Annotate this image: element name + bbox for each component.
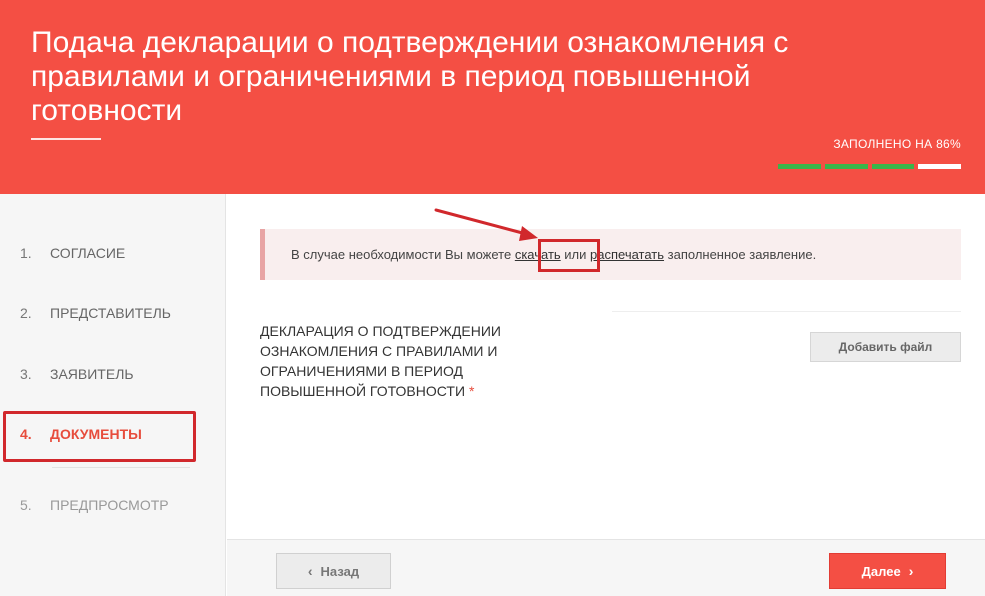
step-label: ПРЕДСТАВИТЕЛЬ: [50, 305, 171, 321]
step-label: СОГЛАСИЕ: [50, 245, 126, 261]
required-marker: *: [469, 383, 475, 399]
next-button[interactable]: Далее ›: [829, 553, 946, 589]
step-number: 1.: [20, 245, 32, 261]
section-divider: [612, 311, 961, 312]
progress-segment: [871, 164, 915, 169]
chevron-right-icon: ›: [908, 563, 914, 579]
info-alert: В случае необходимости Вы можете скачать…: [260, 229, 961, 280]
page-header: Подача декларации о подтверждении ознако…: [0, 0, 985, 194]
document-field-label: ДЕКЛАРАЦИЯ О ПОДТВЕРЖДЕНИИ ОЗНАКОМЛЕНИЯ …: [260, 321, 520, 401]
step-number: 2.: [20, 305, 32, 321]
sidebar-divider: [52, 467, 190, 468]
print-link[interactable]: распечатать: [590, 247, 664, 262]
chevron-left-icon: ‹: [307, 563, 313, 579]
back-button-label: Назад: [320, 563, 360, 579]
document-label-text: ДЕКЛАРАЦИЯ О ПОДТВЕРЖДЕНИИ ОЗНАКОМЛЕНИЯ …: [260, 323, 501, 399]
page-title: Подача декларации о подтверждении ознако…: [31, 26, 789, 127]
step-number: 5.: [20, 497, 32, 513]
progress-segment: [918, 164, 961, 169]
alert-text-after: заполненное заявление.: [664, 247, 817, 262]
add-file-button[interactable]: Добавить файл: [810, 332, 961, 362]
progress-label: ЗАПОЛНЕНО НА 86%: [833, 137, 961, 151]
progress-segment: [778, 164, 821, 169]
progress-segment: [824, 164, 868, 169]
title-underline: [31, 138, 101, 140]
sidebar-item-consent[interactable]: 1. СОГЛАСИЕ: [20, 243, 125, 263]
back-button[interactable]: ‹ Назад: [276, 553, 391, 589]
next-button-label: Далее: [861, 563, 901, 579]
sidebar-item-applicant[interactable]: 3. ЗАЯВИТЕЛЬ: [20, 364, 134, 384]
annotation-arrow-icon: [434, 208, 538, 241]
step-number: 3.: [20, 366, 32, 382]
annotation-highlight-box: [3, 411, 196, 462]
sidebar-item-preview[interactable]: 5. ПРЕДПРОСМОТР: [20, 495, 169, 515]
progress-bar: [778, 164, 961, 169]
step-label: ЗАЯВИТЕЛЬ: [50, 366, 134, 382]
step-label: ПРЕДПРОСМОТР: [50, 497, 169, 513]
sidebar-item-representative[interactable]: 2. ПРЕДСТАВИТЕЛЬ: [20, 303, 171, 323]
